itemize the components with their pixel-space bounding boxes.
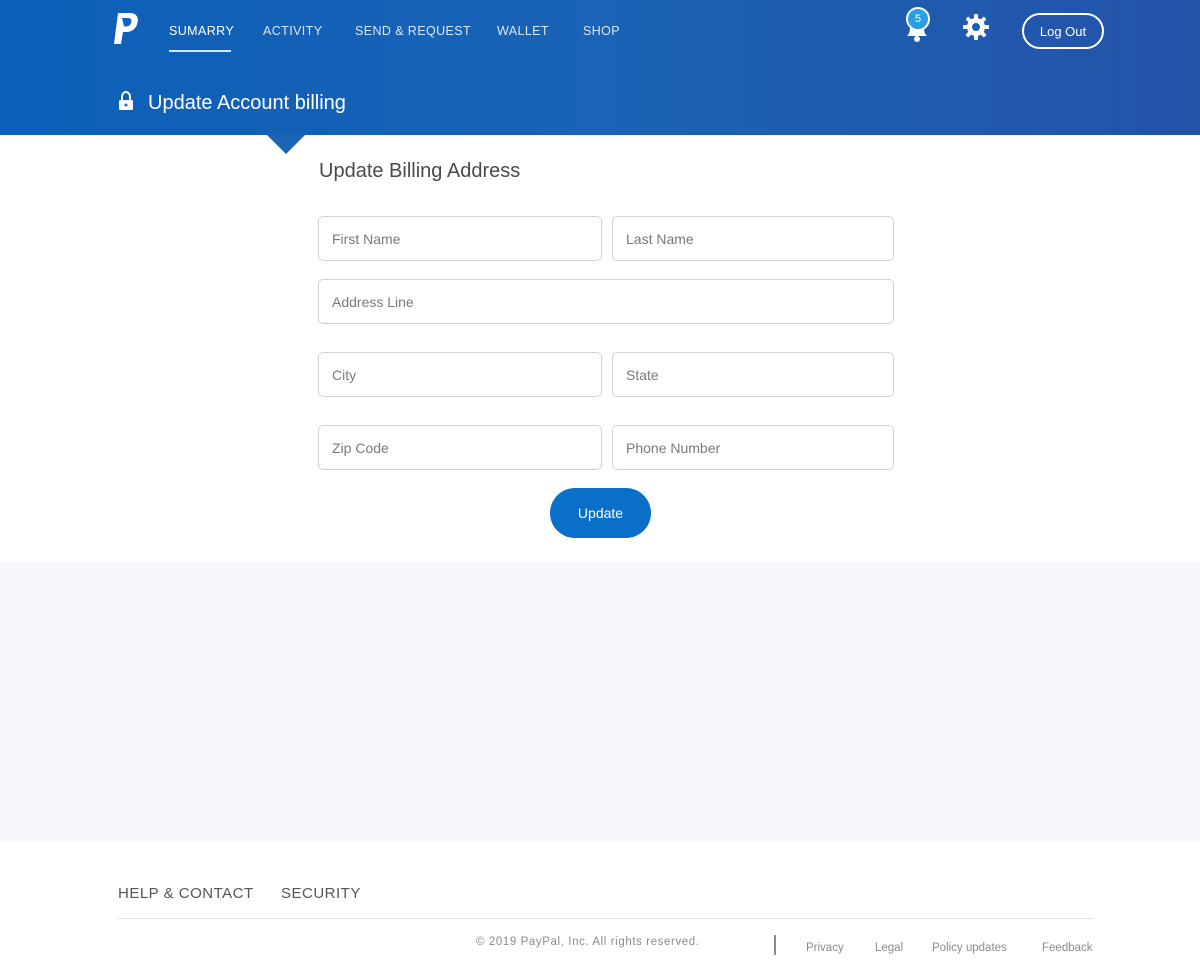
state-field[interactable] — [612, 352, 894, 397]
header-pointer — [266, 134, 306, 154]
logout-button[interactable]: Log Out — [1022, 13, 1104, 49]
footer-divider — [118, 918, 1094, 919]
footer-legal-link[interactable]: Legal — [875, 942, 903, 954]
footer-policy-updates-link[interactable]: Policy updates — [932, 942, 1007, 954]
last-name-field[interactable] — [612, 216, 894, 261]
notification-count-badge[interactable]: 5 — [906, 7, 930, 31]
content-background-band — [0, 562, 1200, 842]
address-line-field[interactable] — [318, 279, 894, 324]
nav-shop[interactable]: SHOP — [583, 24, 620, 38]
zip-code-field[interactable] — [318, 425, 602, 470]
lock-icon — [119, 91, 133, 110]
copyright-text: © 2019 PayPal, Inc. All rights reserved. — [476, 936, 700, 948]
top-header: SUMARRY ACTIVITY SEND & REQUEST WALLET S… — [0, 0, 1200, 135]
phone-number-field[interactable] — [612, 425, 894, 470]
footer-feedback-link[interactable]: Feedback — [1042, 942, 1093, 954]
footer-separator — [774, 935, 776, 955]
form-title: Update Billing Address — [319, 160, 521, 182]
nav-active-underline — [169, 50, 231, 52]
footer-privacy-link[interactable]: Privacy — [806, 942, 844, 954]
update-button[interactable]: Update — [550, 488, 651, 538]
first-name-field[interactable] — [318, 216, 602, 261]
city-field[interactable] — [318, 352, 602, 397]
page-heading: Update Account billing — [148, 92, 346, 114]
gear-icon[interactable] — [962, 13, 990, 41]
paypal-logo[interactable] — [111, 12, 141, 46]
footer-security-link[interactable]: SECURITY — [281, 885, 361, 902]
nav-activity[interactable]: ACTIVITY — [263, 24, 322, 38]
nav-summary[interactable]: SUMARRY — [169, 24, 234, 38]
footer-help-contact-link[interactable]: HELP & CONTACT — [118, 885, 254, 902]
nav-send-request[interactable]: SEND & REQUEST — [355, 24, 471, 38]
nav-wallet[interactable]: WALLET — [497, 24, 549, 38]
